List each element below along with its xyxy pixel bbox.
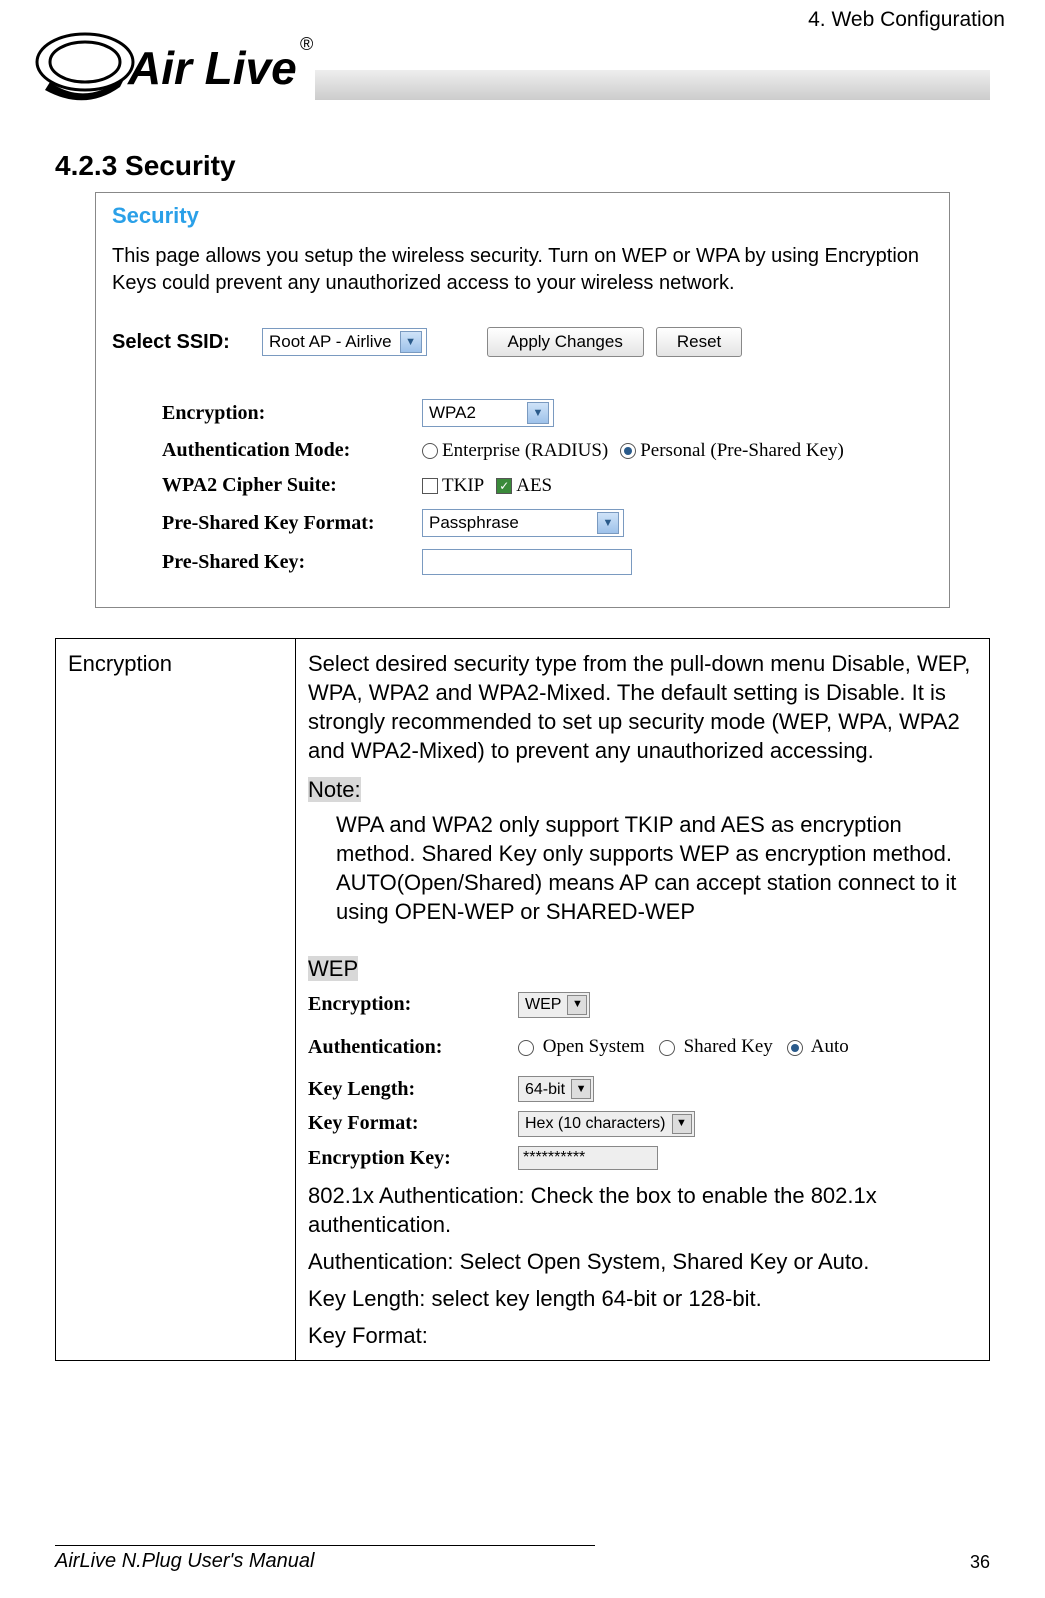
param-desc-cell: Select desired security type from the pu… [296, 639, 990, 1361]
keylen-paragraph: Key Length: select key length 64-bit or … [308, 1284, 977, 1313]
wep-encryption-dropdown[interactable]: WEP ▼ [518, 992, 590, 1018]
radio-enterprise[interactable] [422, 443, 438, 459]
psk-format-value: Passphrase [429, 513, 519, 533]
parameter-table: Encryption Select desired security type … [55, 638, 990, 1361]
reset-button[interactable]: Reset [656, 327, 742, 357]
radio-personal-label: Personal (Pre-Shared Key) [640, 440, 844, 462]
checkbox-aes[interactable] [496, 478, 512, 494]
logo-text: Air Live [127, 42, 297, 94]
select-ssid-label: Select SSID: [112, 331, 262, 354]
key-format-label: Key Format: [308, 1110, 518, 1136]
key-length-dropdown[interactable]: 64-bit ▼ [518, 1076, 594, 1102]
panel-description: This page allows you setup the wireless … [112, 243, 933, 297]
8021x-paragraph: 802.1x Authentication: Check the box to … [308, 1181, 977, 1239]
page-footer: AirLive N.Plug User's Manual 36 [55, 1545, 990, 1573]
checkbox-aes-label: AES [516, 475, 552, 497]
footer-manual-title: AirLive N.Plug User's Manual [55, 1545, 595, 1573]
radio-personal[interactable] [620, 443, 636, 459]
logo-reg-mark: ® [300, 34, 313, 54]
radio-auto[interactable] [787, 1040, 803, 1056]
key-length-value: 64-bit [525, 1079, 565, 1100]
radio-enterprise-label: Enterprise (RADIUS) [442, 440, 608, 462]
note-body: WPA and WPA2 only support TKIP and AES a… [336, 810, 977, 926]
auth-paragraph: Authentication: Select Open System, Shar… [308, 1247, 977, 1276]
select-ssid-dropdown[interactable]: Root AP - Airlive ▼ [262, 328, 427, 356]
key-length-label: Key Length: [308, 1076, 518, 1102]
apply-changes-button[interactable]: Apply Changes [487, 327, 644, 357]
chevron-down-icon: ▼ [672, 1114, 692, 1134]
wep-config-screenshot: Encryption: WEP ▼ Authentication: Open S… [308, 991, 868, 1171]
select-ssid-value: Root AP - Airlive [269, 332, 392, 352]
radio-shared-key[interactable] [659, 1040, 675, 1056]
chevron-down-icon: ▼ [597, 512, 619, 534]
radio-auto-label: Auto [811, 1036, 849, 1057]
chevron-down-icon: ▼ [571, 1079, 591, 1099]
psk-format-label: Pre-Shared Key Format: [162, 512, 422, 535]
psk-label: Pre-Shared Key: [162, 551, 422, 574]
wep-auth-label: Authentication: [308, 1034, 518, 1060]
auth-mode-label: Authentication Mode: [162, 439, 422, 462]
logo-area: Air Live ® [55, 40, 990, 110]
encryption-value: WPA2 [429, 403, 476, 423]
wep-encryption-value: WEP [525, 994, 561, 1015]
encryption-dropdown[interactable]: WPA2 ▼ [422, 399, 554, 427]
page-number: 36 [970, 1552, 990, 1573]
chapter-header: 4. Web Configuration [808, 8, 1005, 32]
psk-format-dropdown[interactable]: Passphrase ▼ [422, 509, 624, 537]
header-shade [315, 70, 990, 100]
note-label: Note: [308, 777, 361, 802]
table-row: Encryption Select desired security type … [56, 639, 990, 1361]
chevron-down-icon: ▼ [567, 995, 587, 1015]
encryption-label: Encryption: [162, 402, 422, 425]
chevron-down-icon: ▼ [400, 331, 422, 353]
key-format-dropdown[interactable]: Hex (10 characters) ▼ [518, 1111, 695, 1137]
airlive-logo: Air Live ® [30, 22, 320, 117]
checkbox-tkip[interactable] [422, 478, 438, 494]
encryption-key-label: Encryption Key: [308, 1145, 518, 1171]
section-heading: 4.2.3 Security [55, 150, 990, 182]
wep-heading: WEP [308, 956, 358, 981]
radio-open-system[interactable] [518, 1040, 534, 1056]
psk-input[interactable] [422, 549, 632, 575]
radio-shared-key-label: Shared Key [684, 1036, 773, 1057]
wep-encryption-label: Encryption: [308, 991, 518, 1017]
panel-title: Security [112, 203, 933, 229]
keyfmt-paragraph: Key Format: [308, 1321, 977, 1350]
security-config-screenshot: Security This page allows you setup the … [95, 192, 950, 608]
checkbox-tkip-label: TKIP [442, 475, 484, 497]
radio-open-system-label: Open System [543, 1036, 645, 1057]
cipher-suite-label: WPA2 Cipher Suite: [162, 474, 422, 497]
key-format-value: Hex (10 characters) [525, 1113, 666, 1134]
encryption-key-input[interactable]: ********** [518, 1146, 658, 1170]
param-name-cell: Encryption [56, 639, 296, 1361]
encryption-description: Select desired security type from the pu… [308, 649, 977, 765]
chevron-down-icon: ▼ [527, 402, 549, 424]
